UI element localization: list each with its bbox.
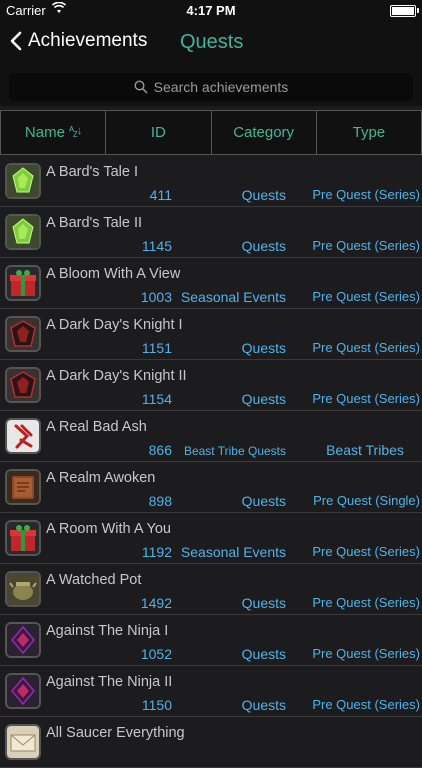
achievement-type: Beast Tribes xyxy=(326,442,404,458)
achievement-name: A Real Bad Ash xyxy=(46,419,147,435)
achievement-name: A Dark Day's Knight II xyxy=(46,368,187,384)
achievement-type: Pre Quest (Series) xyxy=(312,646,420,661)
status-time: 4:17 PM xyxy=(186,3,236,18)
achievement-category: Quests xyxy=(241,595,286,611)
sort-az-icon: ᴬZ↓ xyxy=(68,125,82,140)
achievement-type: Pre Quest (Series) xyxy=(312,187,420,202)
achievement-type: Pre Quest (Series) xyxy=(312,340,420,355)
achievement-id: 1150 xyxy=(141,697,172,713)
achievement-type: Pre Quest (Series) xyxy=(312,697,420,712)
achievement-type: Pre Quest (Single) xyxy=(313,493,420,508)
achievement-name: A Bloom With A View xyxy=(46,266,181,282)
page-title: Quests xyxy=(180,31,244,53)
search-input[interactable]: Search achievements xyxy=(9,73,413,101)
gift-box-icon xyxy=(5,520,41,556)
column-id-label: ID xyxy=(150,124,166,141)
achievement-name: A Bard's Tale I xyxy=(46,164,138,180)
achievement-id: 1052 xyxy=(140,646,172,662)
achievement-id: 1154 xyxy=(141,391,172,407)
ninja-crystal-icon xyxy=(5,673,41,709)
achievement-id: 866 xyxy=(148,442,172,458)
achievement-id: 898 xyxy=(148,493,172,509)
achievement-name: A Realm Awoken xyxy=(46,470,156,486)
dark-crest-icon xyxy=(5,367,41,403)
column-name[interactable]: Name ᴬZ↓ xyxy=(0,111,107,154)
achievement-list: A Bard's Tale I 411 Quests Pre Quest (Serie… xyxy=(0,156,422,768)
list-item[interactable]: A Room With A You 1192 Seasonal Events Pre … xyxy=(0,513,422,564)
achievement-category: Quests xyxy=(241,391,286,407)
achievement-id: 1192 xyxy=(141,544,172,560)
achievement-category: Quests xyxy=(241,493,286,509)
back-label: Achievements xyxy=(28,30,148,51)
envelope-icon xyxy=(5,724,41,760)
status-bar: Carrier 4:17 PM xyxy=(0,0,422,20)
chevron-left-icon xyxy=(10,31,22,51)
list-item[interactable]: A Real Bad Ash 866 Beast Tribe Quests Beast… xyxy=(0,411,422,462)
achievement-type: Pre Quest (Series) xyxy=(312,391,420,406)
achievement-type: Pre Quest (Series) xyxy=(312,544,420,559)
achievement-id: 1003 xyxy=(140,289,172,305)
achievement-name: A Room With A You xyxy=(46,521,171,537)
achievement-type: Pre Quest (Series) xyxy=(312,238,420,253)
list-item[interactable]: A Dark Day's Knight II 1154 Quests Pre Ques… xyxy=(0,360,422,411)
list-item[interactable]: Against The Ninja I 1052 Quests Pre Quest (… xyxy=(0,615,422,666)
green-crystal-icon xyxy=(5,214,41,250)
column-type-label: Type xyxy=(352,124,386,141)
column-type[interactable]: Type xyxy=(317,111,422,154)
achievement-id: 1492 xyxy=(140,595,172,611)
back-button[interactable]: Achievements xyxy=(10,30,147,52)
list-item[interactable]: Against The Ninja II 1150 Quests Pre Quest … xyxy=(0,666,422,717)
achievement-category: Seasonal Events xyxy=(180,289,286,305)
achievement-name: A Bard's Tale II xyxy=(46,215,142,231)
achievement-id: 1145 xyxy=(141,238,172,254)
achievement-name: A Dark Day's Knight I xyxy=(46,317,183,333)
achievement-category: Quests xyxy=(241,187,286,203)
search-icon xyxy=(134,80,148,94)
column-name-label: Name xyxy=(24,124,65,141)
list-item[interactable]: A Dark Day's Knight I 1151 Quests Pre Quest… xyxy=(0,309,422,360)
achievement-id: 411 xyxy=(149,187,172,203)
list-item[interactable]: A Bloom With A View 1003 Seasonal Events Pr… xyxy=(0,258,422,309)
achievement-category: Quests xyxy=(241,238,286,254)
ninja-crystal-icon xyxy=(5,622,41,658)
achievement-category: Quests xyxy=(241,646,286,662)
pot-icon xyxy=(5,571,41,607)
list-item[interactable]: A Watched Pot 1492 Quests Pre Quest (Series… xyxy=(0,564,422,615)
achievement-category: Beast Tribe Quests xyxy=(183,444,286,458)
dark-crest-icon xyxy=(5,316,41,352)
achievement-id: 1151 xyxy=(141,340,172,356)
search-placeholder: Search achievements xyxy=(153,79,289,95)
column-id[interactable]: ID xyxy=(106,111,212,154)
list-item[interactable]: A Bard's Tale II 1145 Quests Pre Quest (Ser… xyxy=(0,207,422,258)
achievement-name: Against The Ninja II xyxy=(46,674,173,690)
column-category-label: Category xyxy=(233,124,295,141)
green-crystal-icon xyxy=(5,163,41,199)
achievement-category: Seasonal Events xyxy=(180,544,286,560)
list-item[interactable]: A Realm Awoken 898 Quests Pre Quest (Single… xyxy=(0,462,422,513)
column-header: Name ᴬZ↓ ID Category Type xyxy=(0,110,422,155)
achievement-type: Pre Quest (Series) xyxy=(312,289,420,304)
gift-box-icon xyxy=(5,265,41,301)
list-item[interactable]: All Saucer Everything xyxy=(0,717,422,768)
achievement-category: Quests xyxy=(241,697,286,713)
search-bar: Search achievements xyxy=(0,66,422,106)
achievement-name: A Watched Pot xyxy=(46,572,142,588)
red-rune-icon xyxy=(5,418,41,454)
column-category[interactable]: Category xyxy=(212,111,317,154)
book-icon xyxy=(5,469,41,505)
achievement-category: Quests xyxy=(241,340,286,356)
achievement-name: All Saucer Everything xyxy=(46,725,185,741)
battery-icon xyxy=(390,5,419,17)
achievement-name: Against The Ninja I xyxy=(46,623,169,639)
list-item[interactable]: A Bard's Tale I 411 Quests Pre Quest (Serie… xyxy=(0,156,422,207)
nav-bar: Achievements Quests xyxy=(0,20,422,66)
achievement-type: Pre Quest (Series) xyxy=(312,595,420,610)
